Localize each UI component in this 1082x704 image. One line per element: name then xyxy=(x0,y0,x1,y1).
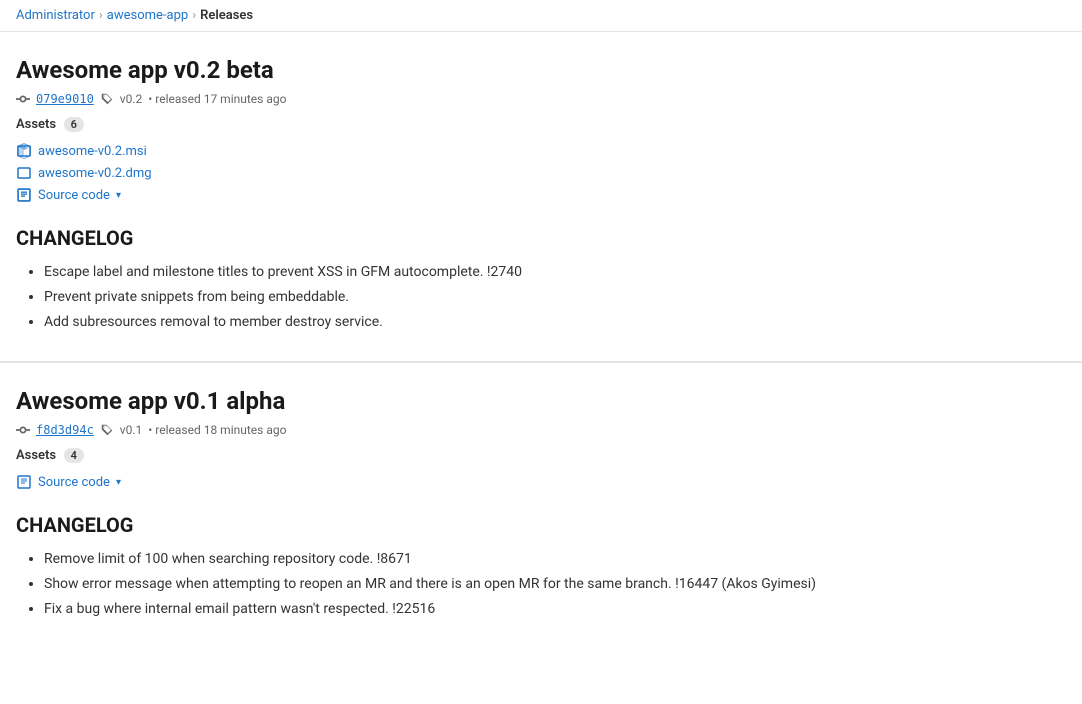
release-time: • released 17 minutes ago xyxy=(148,92,286,106)
release-title: Awesome app v0.1 alpha xyxy=(16,387,1066,415)
source-code-link[interactable]: Source code ▾ xyxy=(16,184,1066,206)
source-code-chevron: ▾ xyxy=(116,190,121,201)
breadcrumb-separator-2: › xyxy=(192,8,196,23)
assets-count: 6 xyxy=(64,117,84,132)
release-meta: 079e9010 v0.2 • released 17 minutes ago xyxy=(16,92,1066,106)
source-code-label: Source code xyxy=(38,188,110,203)
breadcrumb-repo-link[interactable]: awesome-app xyxy=(107,8,188,23)
asset-files-list: awesome-v0.2.msi awesome-v0.2.dmg xyxy=(16,140,1066,184)
release-entry: Awesome app v0.2 beta 079e9010 v0.2 • re… xyxy=(0,32,1082,362)
commit-hash-link[interactable]: f8d3d94c xyxy=(36,423,94,437)
tag-icon xyxy=(100,423,114,437)
release-title: Awesome app v0.2 beta xyxy=(16,56,1066,84)
breadcrumb: Administrator › awesome-app › Releases xyxy=(0,0,1082,32)
changelog-list: Remove limit of 100 when searching repos… xyxy=(16,549,1066,620)
changelog-item: Fix a bug where internal email pattern w… xyxy=(44,599,1066,620)
releases-container: Awesome app v0.2 beta 079e9010 v0.2 • re… xyxy=(0,32,1082,648)
release-meta: f8d3d94c v0.1 • released 18 minutes ago xyxy=(16,423,1066,437)
asset-file-link[interactable]: awesome-v0.2.dmg xyxy=(16,162,1066,184)
asset-file-name: awesome-v0.2.dmg xyxy=(38,166,152,181)
commit-icon xyxy=(16,423,30,437)
source-code-icon xyxy=(16,187,32,203)
source-code-label: Source code xyxy=(38,475,110,490)
breadcrumb-current: Releases xyxy=(200,8,253,23)
assets-section: Assets 6 xyxy=(16,116,1066,132)
tag-name: v0.2 xyxy=(120,92,142,106)
changelog-item: Escape label and milestone titles to pre… xyxy=(44,262,1066,283)
commit-hash-link[interactable]: 079e9010 xyxy=(36,92,94,106)
source-code-icon xyxy=(16,474,32,490)
changelog-list: Escape label and milestone titles to pre… xyxy=(16,262,1066,333)
asset-file-link[interactable]: awesome-v0.2.msi xyxy=(16,140,1066,162)
assets-count: 4 xyxy=(64,448,84,463)
assets-label: Assets xyxy=(16,117,56,132)
asset-file-name: awesome-v0.2.msi xyxy=(38,144,147,159)
package-icon xyxy=(16,165,32,181)
changelog-item: Add subresources removal to member destr… xyxy=(44,312,1066,333)
source-code-chevron: ▾ xyxy=(116,477,121,488)
tag-icon xyxy=(100,92,114,106)
changelog-item: Prevent private snippets from being embe… xyxy=(44,287,1066,308)
breadcrumb-separator-1: › xyxy=(99,8,103,23)
source-code-link[interactable]: Source code ▾ xyxy=(16,471,1066,493)
release-divider xyxy=(0,362,1082,363)
assets-label: Assets xyxy=(16,448,56,463)
breadcrumb-admin-link[interactable]: Administrator xyxy=(16,8,95,23)
changelog-heading: CHANGELOG xyxy=(16,226,1066,250)
assets-section: Assets 4 xyxy=(16,447,1066,463)
release-entry: Awesome app v0.1 alpha f8d3d94c v0.1 • r… xyxy=(0,363,1082,648)
changelog-section: CHANGELOG Escape label and milestone tit… xyxy=(16,226,1066,333)
package-icon xyxy=(16,143,32,159)
changelog-section: CHANGELOG Remove limit of 100 when searc… xyxy=(16,513,1066,620)
release-time: • released 18 minutes ago xyxy=(148,423,286,437)
changelog-item: Show error message when attempting to re… xyxy=(44,574,1066,595)
commit-icon xyxy=(16,92,30,106)
tag-name: v0.1 xyxy=(120,423,142,437)
changelog-item: Remove limit of 100 when searching repos… xyxy=(44,549,1066,570)
changelog-heading: CHANGELOG xyxy=(16,513,1066,537)
